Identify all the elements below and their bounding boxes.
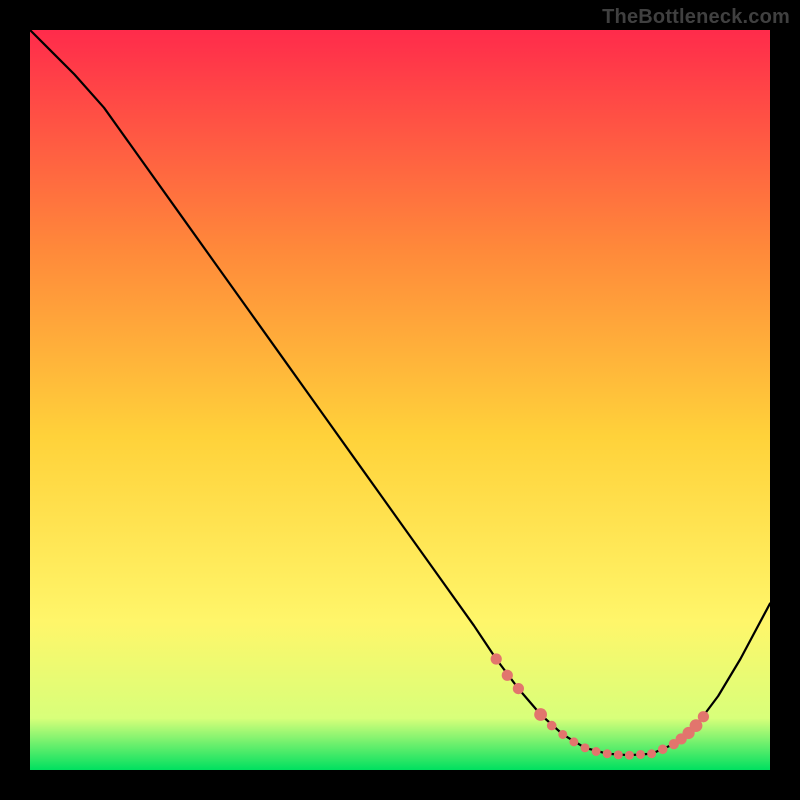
gradient-background (30, 30, 770, 770)
highlight-dot (558, 730, 567, 739)
highlight-dot (502, 670, 513, 681)
highlight-dot (614, 750, 623, 759)
highlight-dot (625, 751, 634, 760)
highlight-dot (534, 708, 547, 721)
chart-svg (30, 30, 770, 770)
chart-container: TheBottleneck.com (0, 0, 800, 800)
highlight-dot (603, 749, 612, 758)
highlight-dot (569, 737, 578, 746)
highlight-dot (636, 750, 645, 759)
highlight-dot (581, 743, 590, 752)
highlight-dot (698, 711, 709, 722)
highlight-dot (547, 721, 557, 731)
plot-area (30, 30, 770, 770)
highlight-dot (647, 749, 656, 758)
watermark-text: TheBottleneck.com (602, 6, 790, 29)
highlight-dot (491, 653, 502, 664)
highlight-dot (513, 683, 524, 694)
highlight-dot (592, 747, 601, 756)
highlight-dot (658, 744, 668, 754)
